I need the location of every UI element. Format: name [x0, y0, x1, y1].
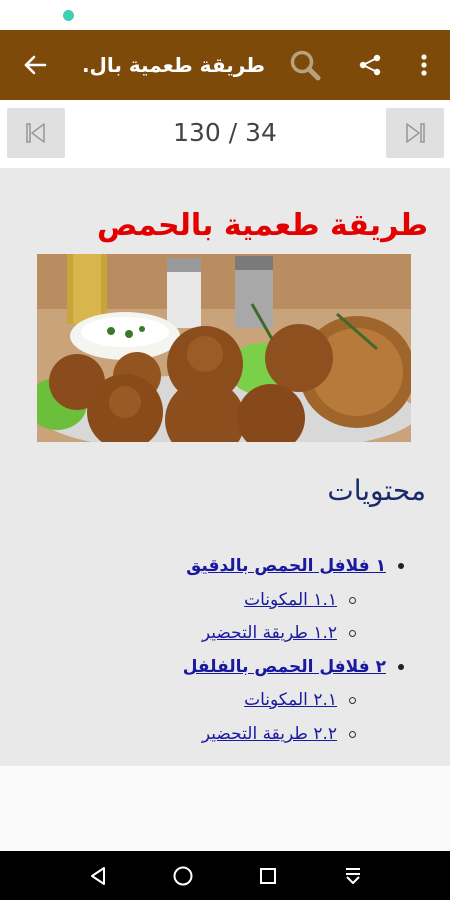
system-nav-bar [0, 851, 450, 900]
toc-item[interactable]: ٢ فلافل الحمص بالفلفل [183, 654, 404, 680]
falafel-photo [37, 254, 411, 442]
toc-item[interactable]: ١ فلافل الحمص بالدقيق [186, 553, 404, 579]
bullet-circle-icon [349, 730, 356, 738]
toc-item[interactable]: ١.١ المكونات [244, 587, 356, 613]
search-icon[interactable] [283, 30, 327, 100]
more-vert-icon[interactable] [402, 30, 446, 100]
bullet-circle-icon [349, 696, 356, 704]
skip-next-icon[interactable] [386, 108, 444, 158]
toc-link[interactable]: ١.١ المكونات [244, 590, 337, 610]
status-bar [0, 0, 450, 30]
bullet-circle-icon [349, 629, 356, 637]
nav-home-icon[interactable] [158, 851, 208, 900]
toc-link[interactable]: ٢.٢ طريقة التحضير [202, 724, 337, 744]
notification-dot-icon [63, 10, 74, 21]
toc-item[interactable]: ٢.١ المكونات [244, 687, 356, 713]
toc-link[interactable]: ٢ فلافل الحمص بالفلفل [183, 657, 386, 677]
bullet-disc-icon [398, 664, 404, 670]
page-counter: 130 / 34 [173, 117, 277, 147]
toc-item[interactable]: ١.٢ طريقة التحضير [202, 620, 356, 646]
nav-pull-down-icon[interactable] [328, 851, 378, 900]
page-navigator: 130 / 34 [0, 100, 450, 168]
bullet-disc-icon [398, 563, 404, 569]
toc-link[interactable]: ٢.١ المكونات [244, 690, 337, 710]
toc-item[interactable]: ٢.٢ طريقة التحضير [202, 721, 356, 747]
share-icon[interactable] [348, 30, 392, 100]
skip-previous-icon[interactable] [7, 108, 65, 158]
bullet-circle-icon [349, 596, 356, 604]
toc-heading: محتويات [327, 474, 426, 507]
arrow-back-icon[interactable] [13, 30, 57, 100]
nav-recents-icon[interactable] [243, 851, 293, 900]
nav-back-icon[interactable] [73, 851, 123, 900]
bottom-spacer [0, 766, 450, 851]
app-toolbar: طريقة طعمية بال... [0, 30, 450, 100]
article-content: طريقة طعمية بالحمص محتويات ١ فلافل الحمص… [0, 168, 450, 766]
toolbar-title: طريقة طعمية بال... [80, 53, 265, 77]
toc-link[interactable]: ١.٢ طريقة التحضير [202, 623, 337, 643]
toc-link[interactable]: ١ فلافل الحمص بالدقيق [186, 556, 386, 576]
article-title: طريقة طعمية بالحمص [96, 208, 428, 243]
